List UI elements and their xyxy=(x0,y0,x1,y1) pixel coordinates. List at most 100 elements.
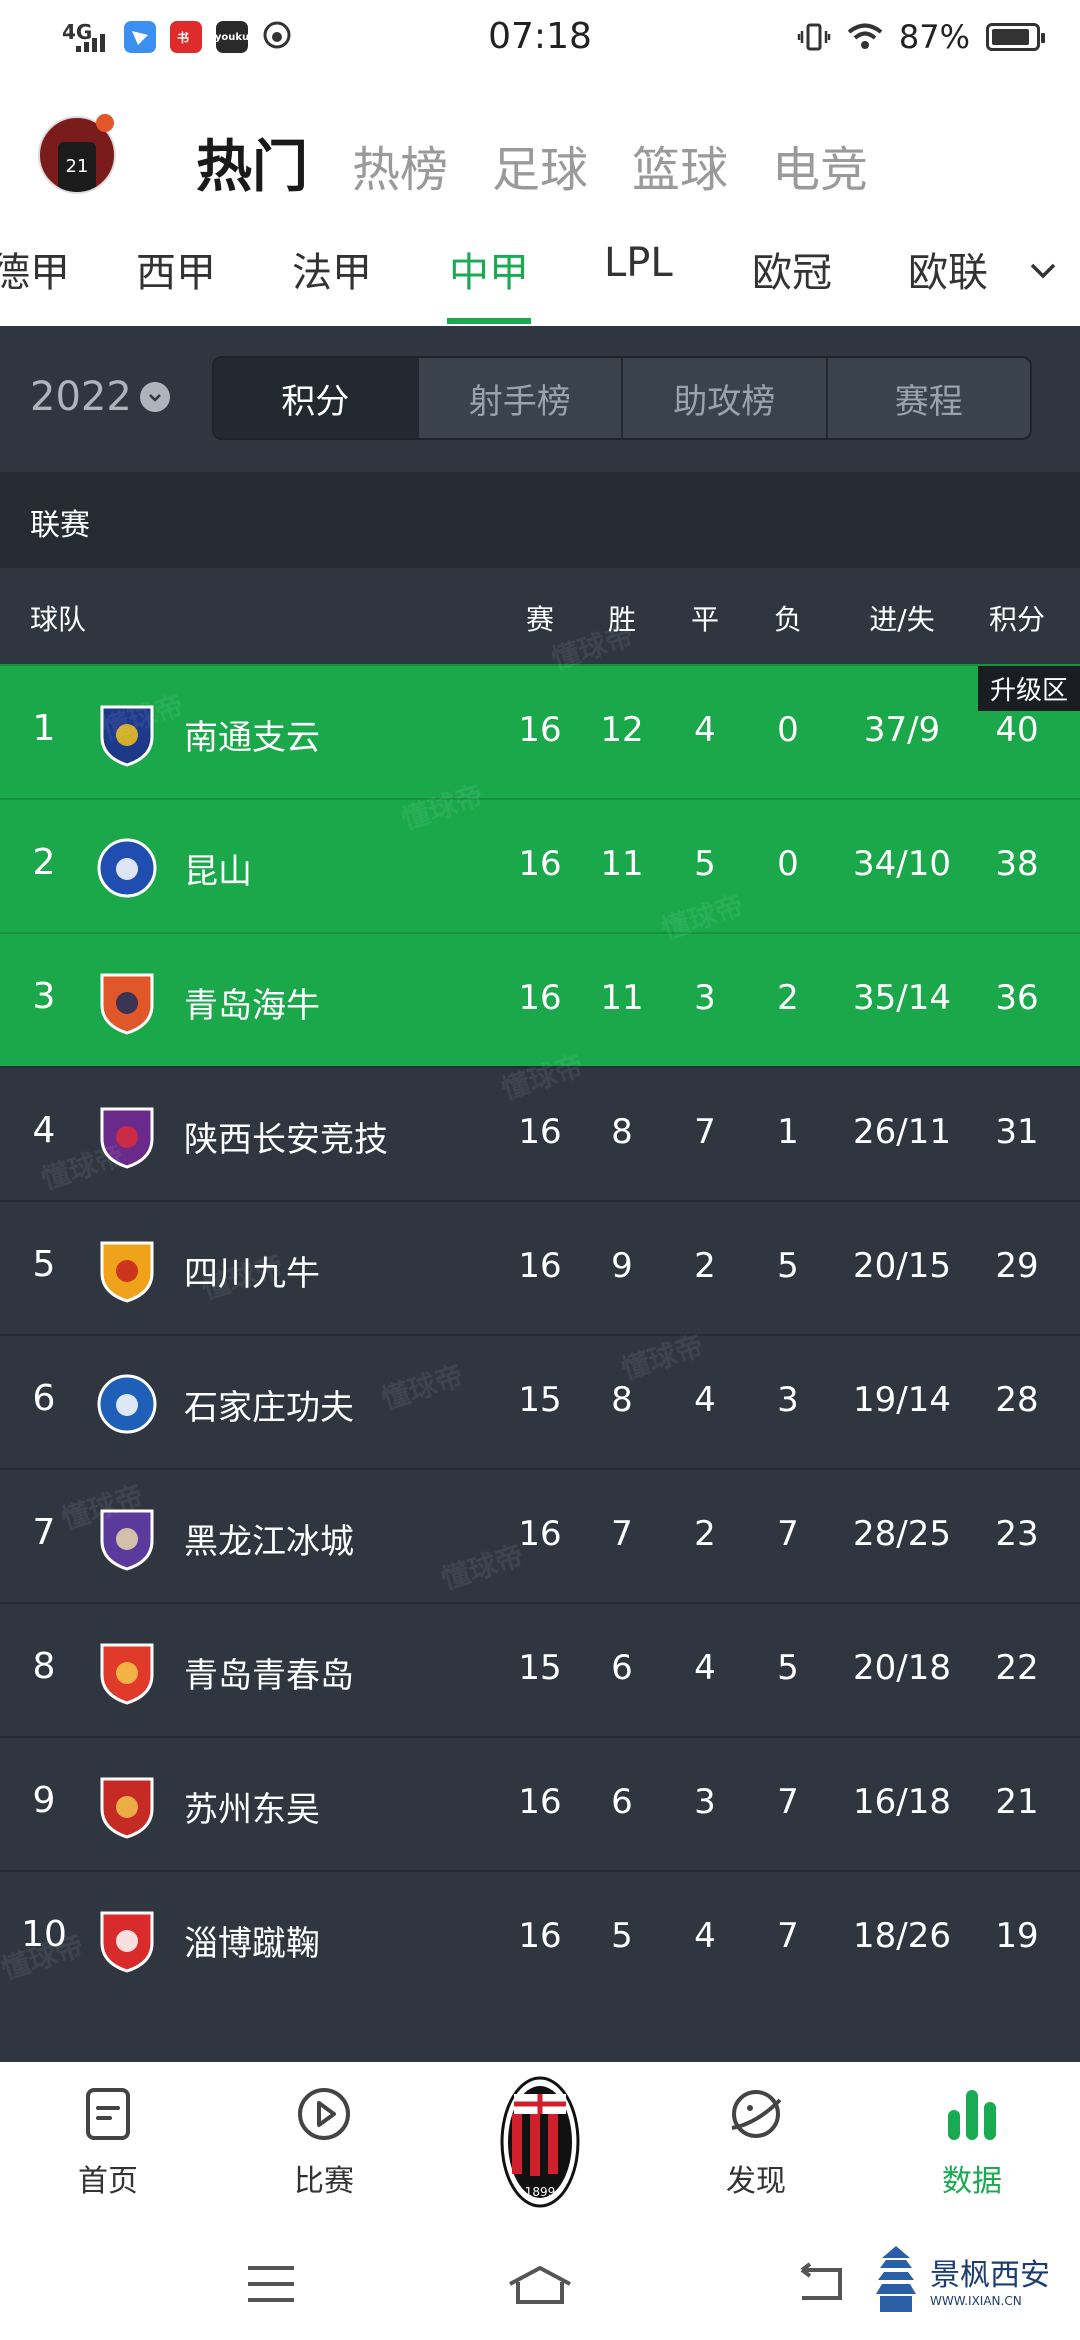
team-logo-icon xyxy=(100,1643,154,1705)
segment-points[interactable]: 积分 xyxy=(214,358,417,438)
table-row[interactable]: 6 石家庄功夫 15 8 4 3 19/14 28 xyxy=(0,1334,1080,1470)
tab-bundesliga[interactable]: 德甲 xyxy=(0,240,70,298)
table-row[interactable]: 3 青岛海牛 16 11 3 2 35/14 36 xyxy=(0,932,1080,1068)
played-cell: 15 xyxy=(518,1380,562,1420)
rank-cell: 6 xyxy=(32,1378,56,1419)
table-row[interactable]: 2 昆山 16 11 5 0 34/10 38 xyxy=(0,798,1080,934)
tab-basketball[interactable]: 篮球 xyxy=(632,130,728,200)
drawn-cell: 2 xyxy=(694,1514,716,1554)
table-row[interactable]: 5 四川九牛 16 9 2 5 20/15 29 xyxy=(0,1200,1080,1336)
rank-cell: 3 xyxy=(32,976,56,1017)
ac-milan-logo[interactable]: 1899 xyxy=(500,2074,580,2210)
drawn-cell: 3 xyxy=(694,978,716,1018)
won-cell: 11 xyxy=(600,844,644,884)
lost-cell: 7 xyxy=(777,1916,799,1956)
points-cell: 31 xyxy=(995,1112,1039,1152)
rank-cell: 5 xyxy=(32,1244,56,1285)
header-drawn: 平 xyxy=(690,603,720,636)
goals-cell: 20/15 xyxy=(853,1246,951,1286)
tab-china-league-one[interactable]: 中甲 xyxy=(449,240,529,298)
goals-cell: 20/18 xyxy=(853,1648,951,1688)
table-row[interactable]: 10 淄博蹴鞠 16 5 4 7 18/26 19 xyxy=(0,1870,1080,2006)
main-tabs: 热门 热榜 足球 篮球 电竞 xyxy=(196,122,868,203)
goals-cell: 26/11 xyxy=(853,1112,951,1152)
rank-cell: 8 xyxy=(32,1646,56,1687)
chevron-down-icon[interactable] xyxy=(1028,256,1058,286)
table-row[interactable]: 9 苏州东吴 16 6 3 7 16/18 21 xyxy=(0,1736,1080,1872)
table-row[interactable]: 1 南通支云 16 12 4 0 37/9 40 升级区 xyxy=(0,664,1080,800)
goals-cell: 34/10 xyxy=(853,844,951,884)
tab-esports[interactable]: 电竞 xyxy=(772,130,868,200)
team-name: 黑龙江冰城 xyxy=(184,1522,354,1562)
won-cell: 7 xyxy=(611,1514,633,1554)
notification-dot xyxy=(96,114,114,132)
tab-uel[interactable]: 欧联 xyxy=(908,240,988,298)
tab-lpl[interactable]: LPL xyxy=(604,240,673,286)
drawn-cell: 4 xyxy=(694,710,716,750)
tab-ucl[interactable]: 欧冠 xyxy=(752,240,832,298)
goals-cell: 18/26 xyxy=(853,1916,951,1956)
nav-matches-label: 比赛 xyxy=(294,2164,354,2199)
nav-home[interactable]: 首页 xyxy=(28,2084,188,2200)
nav-data-label: 数据 xyxy=(942,2164,1002,2199)
drawn-cell: 4 xyxy=(694,1380,716,1420)
play-icon xyxy=(298,2088,350,2140)
segment-scorers[interactable]: 射手榜 xyxy=(416,358,622,438)
lost-cell: 5 xyxy=(777,1648,799,1688)
chevron-down-icon xyxy=(139,382,170,412)
table-row[interactable]: 8 青岛青春岛 15 6 4 5 20/18 22 xyxy=(0,1602,1080,1738)
tab-trending[interactable]: 热榜 xyxy=(352,130,448,200)
league-tabs: 德甲 西甲 法甲 中甲 LPL 欧冠 欧联 xyxy=(0,230,1080,326)
won-cell: 6 xyxy=(611,1782,633,1822)
won-cell: 9 xyxy=(611,1246,633,1286)
points-cell: 29 xyxy=(995,1246,1039,1286)
team-name: 石家庄功夫 xyxy=(184,1388,354,1428)
points-cell: 36 xyxy=(995,978,1039,1018)
nav-matches[interactable]: 比赛 xyxy=(244,2084,404,2200)
season-selector[interactable]: 2022 xyxy=(30,374,170,420)
points-cell: 19 xyxy=(995,1916,1039,1956)
team-name: 青岛海牛 xyxy=(184,986,320,1026)
table-header: 球队 赛 胜 平 负 进/失 积分 xyxy=(0,568,1080,664)
segment-assists[interactable]: 助攻榜 xyxy=(621,358,826,438)
lost-cell: 5 xyxy=(777,1246,799,1286)
header-played: 赛 xyxy=(525,603,555,636)
standings-segmented-control: 积分 射手榜 助攻榜 赛程 xyxy=(212,356,1032,440)
menu-icon[interactable] xyxy=(244,2262,298,2306)
home-icon[interactable] xyxy=(504,2262,576,2306)
nav-home-label: 首页 xyxy=(78,2164,138,2199)
back-icon[interactable] xyxy=(796,2262,852,2306)
drawn-cell: 7 xyxy=(694,1112,716,1152)
rank-cell: 2 xyxy=(32,842,56,883)
played-cell: 16 xyxy=(518,844,562,884)
won-cell: 11 xyxy=(600,978,644,1018)
team-logo-icon xyxy=(100,1911,154,1973)
nav-data[interactable]: 数据 xyxy=(892,2084,1052,2200)
header-goals: 进/失 xyxy=(869,603,935,636)
lost-cell: 3 xyxy=(777,1380,799,1420)
team-name: 淄博蹴鞠 xyxy=(184,1924,320,1964)
site-watermark: 景枫西安 WWW.IXIAN.CN xyxy=(872,2244,1050,2314)
tab-ligue1[interactable]: 法甲 xyxy=(292,240,372,298)
goals-cell: 16/18 xyxy=(853,1782,951,1822)
rank-cell: 9 xyxy=(32,1780,56,1821)
brand-url: WWW.IXIAN.CN xyxy=(930,2294,1022,2308)
lost-cell: 7 xyxy=(777,1782,799,1822)
lost-cell: 0 xyxy=(777,710,799,750)
tab-laliga[interactable]: 西甲 xyxy=(136,240,216,298)
team-logo-icon xyxy=(100,1777,154,1839)
table-row[interactable]: 7 黑龙江冰城 16 7 2 7 28/25 23 xyxy=(0,1468,1080,1604)
planet-icon xyxy=(731,2090,782,2138)
avatar-jersey: 21 xyxy=(58,142,96,192)
played-cell: 16 xyxy=(518,1246,562,1286)
tab-hot[interactable]: 热门 xyxy=(196,122,308,203)
won-cell: 5 xyxy=(611,1916,633,1956)
tab-football[interactable]: 足球 xyxy=(492,130,588,200)
nav-discover[interactable]: 发现 xyxy=(676,2084,836,2200)
played-cell: 16 xyxy=(518,1514,562,1554)
goals-cell: 19/14 xyxy=(853,1380,951,1420)
segment-schedule[interactable]: 赛程 xyxy=(825,358,1031,438)
team-logo-icon xyxy=(100,973,154,1035)
played-cell: 16 xyxy=(518,1916,562,1956)
section-title: 联赛 xyxy=(30,508,90,543)
